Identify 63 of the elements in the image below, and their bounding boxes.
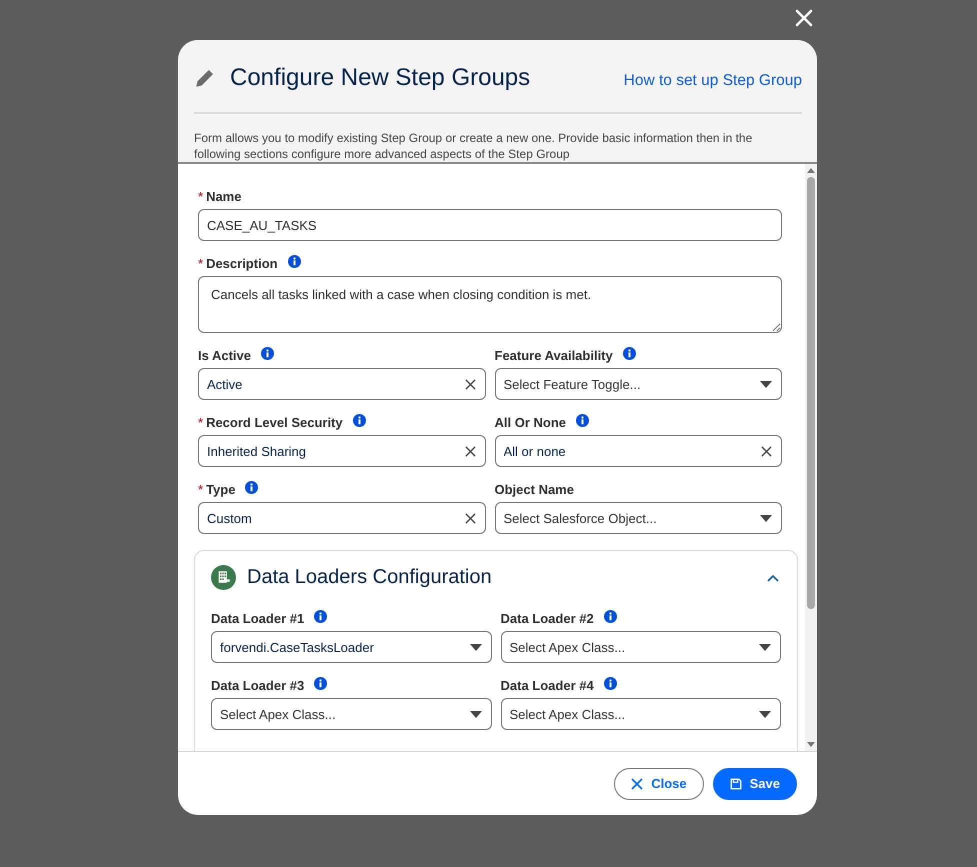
combobox-field[interactable]: All or none: [494, 435, 782, 467]
description-field[interactable]: Cancels all tasks linked with a case when closing condition is met.: [198, 276, 782, 333]
field-label: Description: [206, 256, 278, 270]
scrollbar[interactable]: [805, 164, 817, 751]
save-icon: [730, 778, 742, 790]
scroll-up-icon[interactable]: [807, 168, 815, 173]
combobox-field[interactable]: forvendi.CaseTasksLoader: [211, 631, 492, 663]
combobox-field[interactable]: Select Salesforce Object...: [494, 502, 782, 534]
info-icon[interactable]: [314, 676, 328, 690]
combobox-field[interactable]: Select Apex Class...: [211, 698, 492, 730]
caret-icon: [470, 644, 482, 650]
combobox-field[interactable]: Select Apex Class...: [500, 631, 781, 663]
caret-icon: [760, 380, 772, 388]
info-icon[interactable]: [261, 346, 274, 360]
caret-icon: [470, 710, 482, 718]
close-button[interactable]: Close: [614, 768, 704, 800]
clear-icon[interactable]: [761, 446, 772, 456]
combobox-field[interactable]: Select Apex Class...: [500, 698, 781, 730]
close-icon: [631, 778, 644, 790]
pencil-icon: [194, 67, 216, 89]
field-label: Data Loader #2: [500, 610, 594, 626]
field-label: Data Loader #1: [211, 610, 304, 626]
clear-icon[interactable]: [464, 446, 476, 456]
combobox-field[interactable]: Active: [198, 368, 486, 400]
clear-icon[interactable]: [464, 378, 476, 390]
field-label: Is Active: [198, 348, 251, 362]
info-icon[interactable]: [576, 414, 590, 426]
field-label: Type: [206, 482, 236, 496]
info-icon[interactable]: [288, 254, 301, 268]
field-label: Name: [206, 188, 242, 204]
building-icon: [211, 565, 236, 590]
caret-icon: [760, 514, 772, 522]
close-icon[interactable]: [794, 8, 814, 28]
info-icon[interactable]: [245, 480, 258, 494]
name-field[interactable]: CASE_AU_TASKS: [198, 209, 782, 241]
required-mark: *: [198, 482, 204, 496]
required-mark: *: [198, 256, 204, 270]
clear-icon[interactable]: [464, 512, 476, 524]
field-label: Record Level Security: [206, 414, 343, 430]
combobox-field[interactable]: Inherited Sharing: [198, 435, 486, 467]
combobox-field[interactable]: Select Feature Toggle...: [494, 368, 782, 400]
modal-description: Form allows you to modify existing Step Group or create a new one. Provide basic information then in the following sections configure more advanced aspects of the Step Group: [194, 130, 754, 162]
info-icon[interactable]: [604, 610, 617, 622]
field-label: Data Loader #4: [500, 678, 594, 692]
required-mark: *: [198, 188, 204, 204]
info-icon[interactable]: [352, 414, 366, 426]
caret-icon: [759, 710, 771, 718]
combobox-field[interactable]: Custom: [198, 502, 486, 534]
info-icon[interactable]: [604, 676, 617, 690]
scroll-down-icon[interactable]: [807, 742, 815, 747]
help-link[interactable]: How to set up Step Group: [624, 72, 802, 90]
required-mark: *: [198, 414, 204, 430]
field-label: Object Name: [494, 482, 574, 496]
info-icon[interactable]: [314, 610, 328, 622]
caret-icon: [759, 644, 771, 650]
field-label: Data Loader #3: [211, 678, 304, 692]
chevron-icon[interactable]: [767, 574, 779, 582]
modal-title: Configure New Step Groups: [230, 64, 532, 92]
info-icon[interactable]: [622, 346, 636, 360]
section-title: Data Loaders Configuration: [247, 566, 493, 589]
field-label: Feature Availability: [494, 348, 613, 362]
field-label: All Or None: [494, 414, 566, 430]
save-button[interactable]: Save: [712, 768, 797, 800]
